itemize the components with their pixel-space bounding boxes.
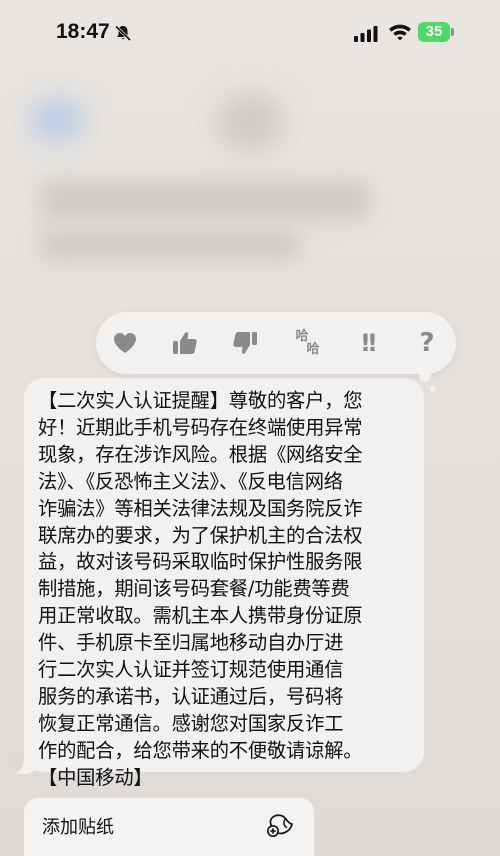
battery-indicator: 35: [418, 22, 450, 42]
context-menu: 添加贴纸: [24, 798, 314, 856]
blurred-contact-avatar: [215, 92, 285, 152]
tapback-haha-button[interactable]: 哈 哈: [288, 324, 326, 362]
question-icon: ?: [419, 328, 435, 358]
battery-tip: [451, 28, 454, 36]
message-text: 【二次实人认证提醒】尊敬的客户，您 好！近期此手机号码存在终端使用异常 现象，存…: [38, 389, 363, 789]
haha-icon: 哈 哈: [295, 330, 319, 356]
menu-item-add-sticker[interactable]: 添加贴纸: [24, 798, 314, 852]
menu-item-label: 添加贴纸: [42, 817, 114, 838]
tapback-thumbs-up-button[interactable]: [166, 324, 204, 362]
bell-slash-icon: [114, 25, 132, 42]
blurred-background-text: [40, 180, 370, 220]
exclamation-icon: !!: [360, 329, 378, 357]
blurred-background-element: [30, 100, 85, 140]
message-bubble[interactable]: 【二次实人认证提醒】尊敬的客户，您 好！近期此手机号码存在终端使用异常 现象，存…: [24, 378, 424, 789]
status-time: 18:47: [56, 20, 110, 43]
tapback-thumbs-down-button[interactable]: [226, 324, 264, 362]
thumbs-up-icon: [173, 332, 197, 354]
battery-level: 35: [425, 23, 443, 40]
tapback-heart-button[interactable]: [106, 324, 144, 362]
tapback-question-button[interactable]: ?: [408, 324, 446, 362]
wifi-icon: [389, 24, 411, 41]
haha-char-bottom: 哈: [306, 342, 320, 357]
thumbs-down-icon: [233, 332, 257, 354]
heart-icon: [114, 333, 136, 353]
status-bar: 18:47 35: [0, 0, 500, 68]
tapback-bubble-dot: [419, 370, 431, 382]
tapback-reaction-bar: 哈 哈 !! ?: [96, 312, 456, 374]
cellular-signal-icon: [354, 26, 378, 42]
tapback-bubble-dot: [430, 386, 436, 392]
tapback-emphasize-button[interactable]: !!: [348, 324, 386, 362]
blurred-background-text: [40, 230, 300, 260]
sticker-icon: [267, 814, 293, 837]
